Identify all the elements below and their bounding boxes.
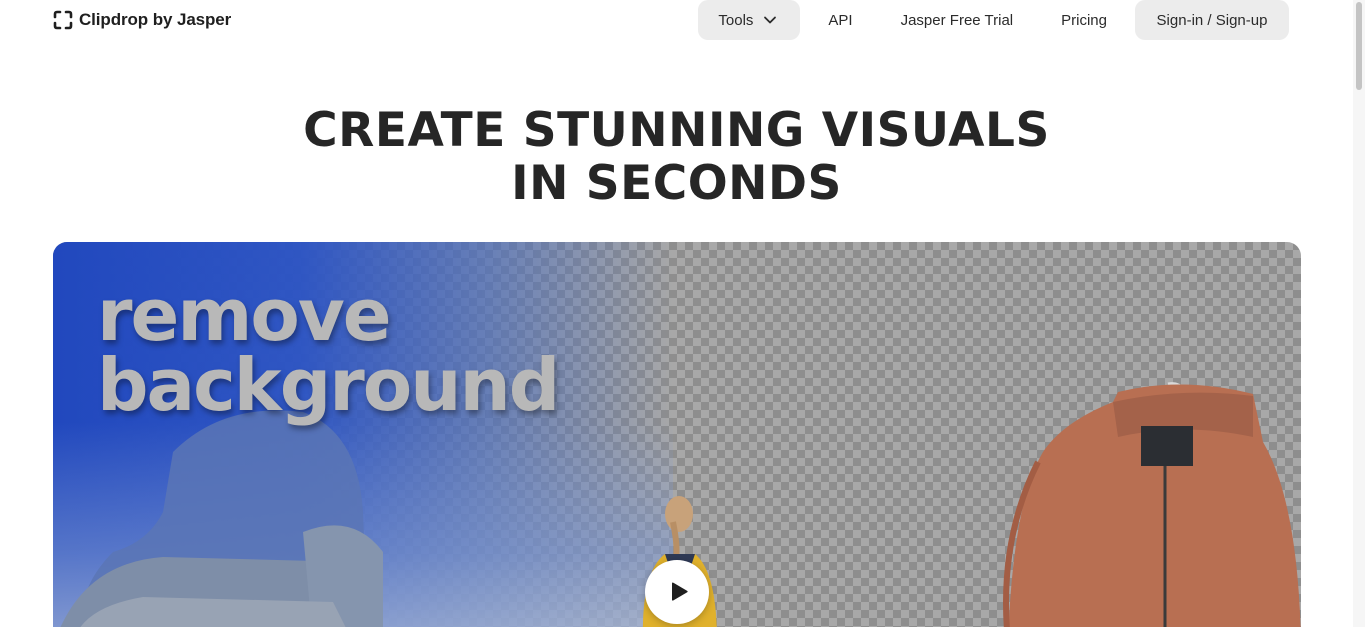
clipdrop-logo-icon <box>53 10 73 30</box>
top-navigation: Clipdrop by Jasper Tools API Jasper Free… <box>0 0 1353 42</box>
video-overlay-line-2: background <box>97 343 560 427</box>
hero-title-line-1: CREATE STUNNING VISUALS <box>303 103 1050 158</box>
armchair-image <box>60 410 383 627</box>
video-overlay-text: remove background <box>97 273 560 427</box>
play-button[interactable] <box>645 560 709 624</box>
hero-title-line-2: IN SECONDS <box>511 156 842 211</box>
tools-menu-button[interactable]: Tools <box>698 0 801 40</box>
logo-text: Clipdrop by Jasper <box>79 10 232 29</box>
sign-in-label: Sign-in / Sign-up <box>1156 11 1268 29</box>
sign-in-button[interactable]: Sign-in / Sign-up <box>1135 0 1289 40</box>
nav-link-pricing[interactable]: Pricing <box>1061 12 1107 29</box>
clipdrop-logo-link[interactable]: Clipdrop by Jasper <box>53 10 231 30</box>
page-scrollbar[interactable] <box>1353 0 1365 627</box>
scrollbar-thumb[interactable] <box>1356 2 1362 90</box>
hero-video[interactable]: remove background <box>53 242 1301 627</box>
jacket-image <box>1003 382 1301 627</box>
video-overlay-line-1: remove <box>97 273 392 357</box>
hero-title: CREATE STUNNING VISUALS IN SECONDS <box>0 104 1353 210</box>
tools-menu-label: Tools <box>718 11 754 29</box>
chevron-down-icon <box>764 16 777 24</box>
page: Clipdrop by Jasper Tools API Jasper Free… <box>0 0 1365 627</box>
main-nav: Tools API Jasper Free Trial Pricing Sign… <box>698 0 1289 40</box>
play-icon <box>671 582 688 601</box>
nav-link-jasper-free-trial[interactable]: Jasper Free Trial <box>901 12 1014 29</box>
nav-link-api[interactable]: API <box>828 12 852 29</box>
